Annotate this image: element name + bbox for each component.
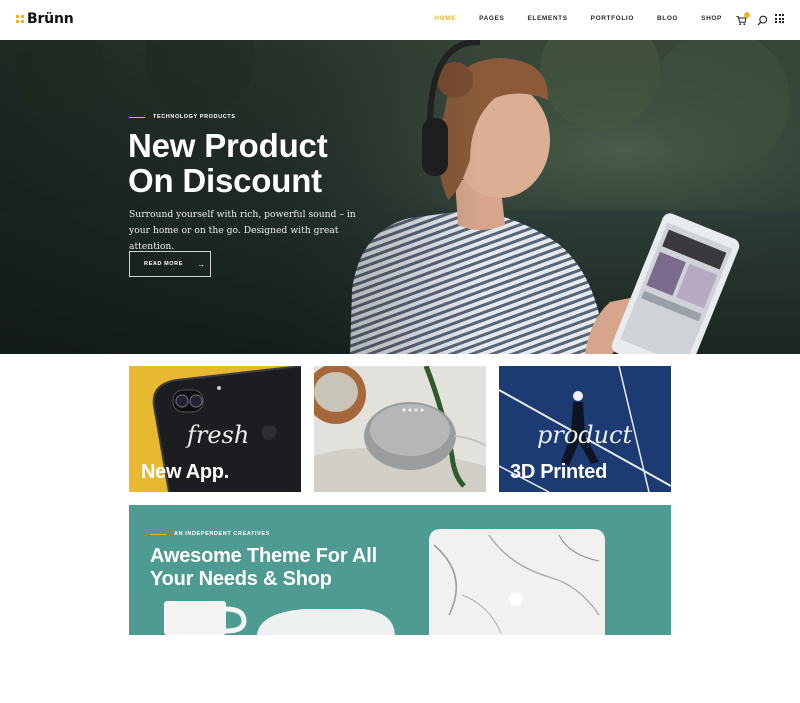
hero-title-line-1: New Product	[128, 127, 328, 164]
banner-title-line-1: Awesome Theme For All	[150, 545, 377, 567]
logo-dots-icon	[16, 15, 24, 23]
hero-title: New Product On Discount	[128, 128, 428, 198]
nav-item-blog[interactable]: BLOG	[657, 15, 678, 22]
read-more-label: READ MORE	[144, 261, 184, 267]
hero-title-line-2: On Discount	[128, 162, 322, 199]
card-script-text: fresh	[187, 421, 250, 449]
card-new-app[interactable]: fresh New App.	[129, 366, 301, 492]
banner-title: Awesome Theme For All Your Needs & Shop	[150, 545, 440, 591]
eyebrow-line	[150, 533, 166, 535]
banner-eyebrow-text: AN INDEPENDENT CREATIVES	[174, 531, 270, 537]
banner-title-line-2: Your Needs & Shop	[150, 568, 332, 590]
nav-item-home[interactable]: HOME	[434, 15, 456, 22]
cart-count-badge	[744, 12, 750, 18]
grid-menu-icon[interactable]	[775, 14, 784, 23]
hero-slider: TECHNOLOGY PRODUCTS New Product On Disco…	[0, 40, 800, 354]
read-more-button[interactable]: READ MORE →	[129, 251, 211, 277]
card-title: New App.	[141, 461, 229, 483]
card-title: 3D Printed	[510, 461, 608, 483]
nav-item-shop[interactable]: SHOP	[701, 15, 722, 22]
hero-eyebrow: TECHNOLOGY PRODUCTS	[129, 114, 236, 120]
nav-item-elements[interactable]: ELEMENTS	[527, 15, 567, 22]
card-smart-speaker[interactable]	[314, 366, 486, 492]
card-speaker-photo	[314, 366, 486, 492]
hero-eyebrow-text: TECHNOLOGY PRODUCTS	[153, 114, 236, 120]
promo-banner[interactable]: AN INDEPENDENT CREATIVES Awesome Theme F…	[129, 505, 671, 635]
site-header: Brünn HOME PAGES ELEMENTS PORTFOLIO BLOG…	[0, 0, 800, 40]
search-icon[interactable]	[757, 13, 768, 31]
card-script-text: product	[537, 421, 633, 449]
arrow-right-icon: →	[197, 259, 206, 269]
eyebrow-line	[129, 116, 145, 118]
brand-logo[interactable]: Brünn	[16, 11, 74, 27]
logo-text: Brünn	[27, 11, 74, 27]
nav-item-portfolio[interactable]: PORTFOLIO	[591, 15, 634, 22]
hero-subtitle: Surround yourself with rich, powerful so…	[129, 209, 356, 252]
banner-eyebrow: AN INDEPENDENT CREATIVES	[150, 531, 270, 537]
nav-item-pages[interactable]: PAGES	[479, 15, 504, 22]
card-3d-printed[interactable]: product 3D Printed	[499, 366, 671, 492]
main-nav: HOME PAGES ELEMENTS PORTFOLIO BLOG SHOP	[411, 15, 722, 22]
